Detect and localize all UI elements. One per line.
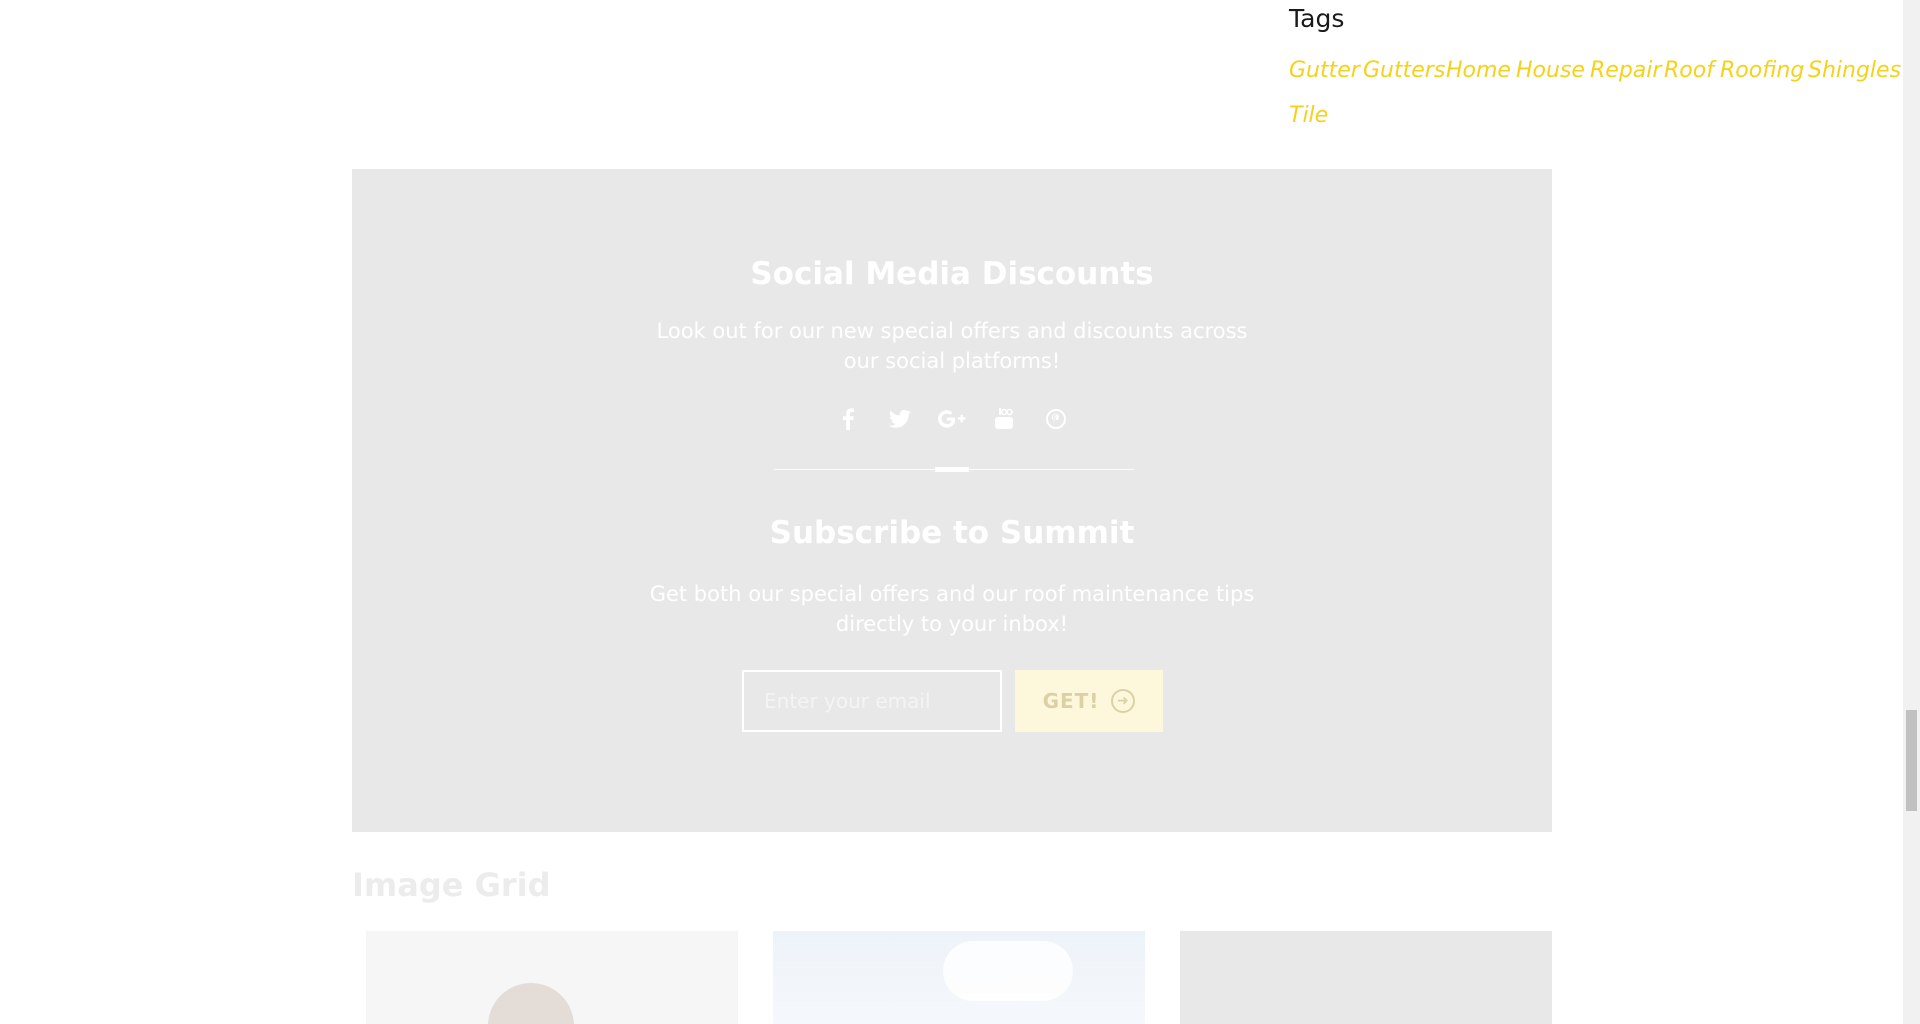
social-icons	[352, 404, 1552, 434]
worker-head-shape	[488, 983, 574, 1024]
pinterest-icon[interactable]	[1041, 404, 1071, 434]
twitter-icon[interactable]	[885, 404, 915, 434]
tag-link-tile[interactable]: Tile	[1289, 103, 1328, 128]
subscribe-panel: Social Media Discounts Look out for our …	[352, 169, 1552, 832]
facebook-icon[interactable]	[833, 404, 863, 434]
grid-image-2[interactable]	[773, 931, 1145, 1024]
get-button[interactable]: GET! ➜	[1015, 670, 1163, 732]
google-plus-icon[interactable]	[937, 404, 967, 434]
section-divider-accent	[935, 467, 969, 472]
arrow-circle-right-icon: ➜	[1111, 689, 1136, 713]
cloud-shape	[943, 941, 1073, 1001]
tag-link-house[interactable]: House	[1516, 58, 1585, 83]
tag-link-roof[interactable]: Roof	[1664, 58, 1714, 83]
subscribe-title: Subscribe to Summit	[769, 515, 1135, 551]
get-button-label: GET!	[1042, 689, 1100, 713]
tag-link-shingles[interactable]: Shingles	[1808, 58, 1901, 83]
grid-image-1[interactable]	[366, 931, 738, 1024]
page-scrollbar[interactable]	[1903, 0, 1920, 1024]
subscribe-description: Get both our special offers and our roof…	[649, 582, 1255, 636]
scrollbar-thumb[interactable]	[1906, 710, 1917, 811]
social-discounts-title: Social Media Discounts	[750, 256, 1154, 292]
youtube-icon[interactable]	[989, 404, 1019, 434]
tag-link-roofing[interactable]: Roofing	[1720, 58, 1804, 83]
tag-link-home[interactable]: Home	[1446, 58, 1511, 83]
tag-link-gutter[interactable]: Gutter	[1289, 58, 1360, 83]
email-field[interactable]	[742, 670, 1002, 732]
social-discounts-description: Look out for our new special offers and …	[656, 319, 1248, 373]
tag-link-gutters[interactable]: Gutters	[1363, 58, 1445, 83]
tag-link-repair[interactable]: Repair	[1590, 58, 1661, 83]
grid-image-3[interactable]	[1180, 931, 1552, 1024]
tags-title: Tags	[1289, 4, 1345, 33]
image-grid-title: Image Grid	[352, 866, 551, 904]
